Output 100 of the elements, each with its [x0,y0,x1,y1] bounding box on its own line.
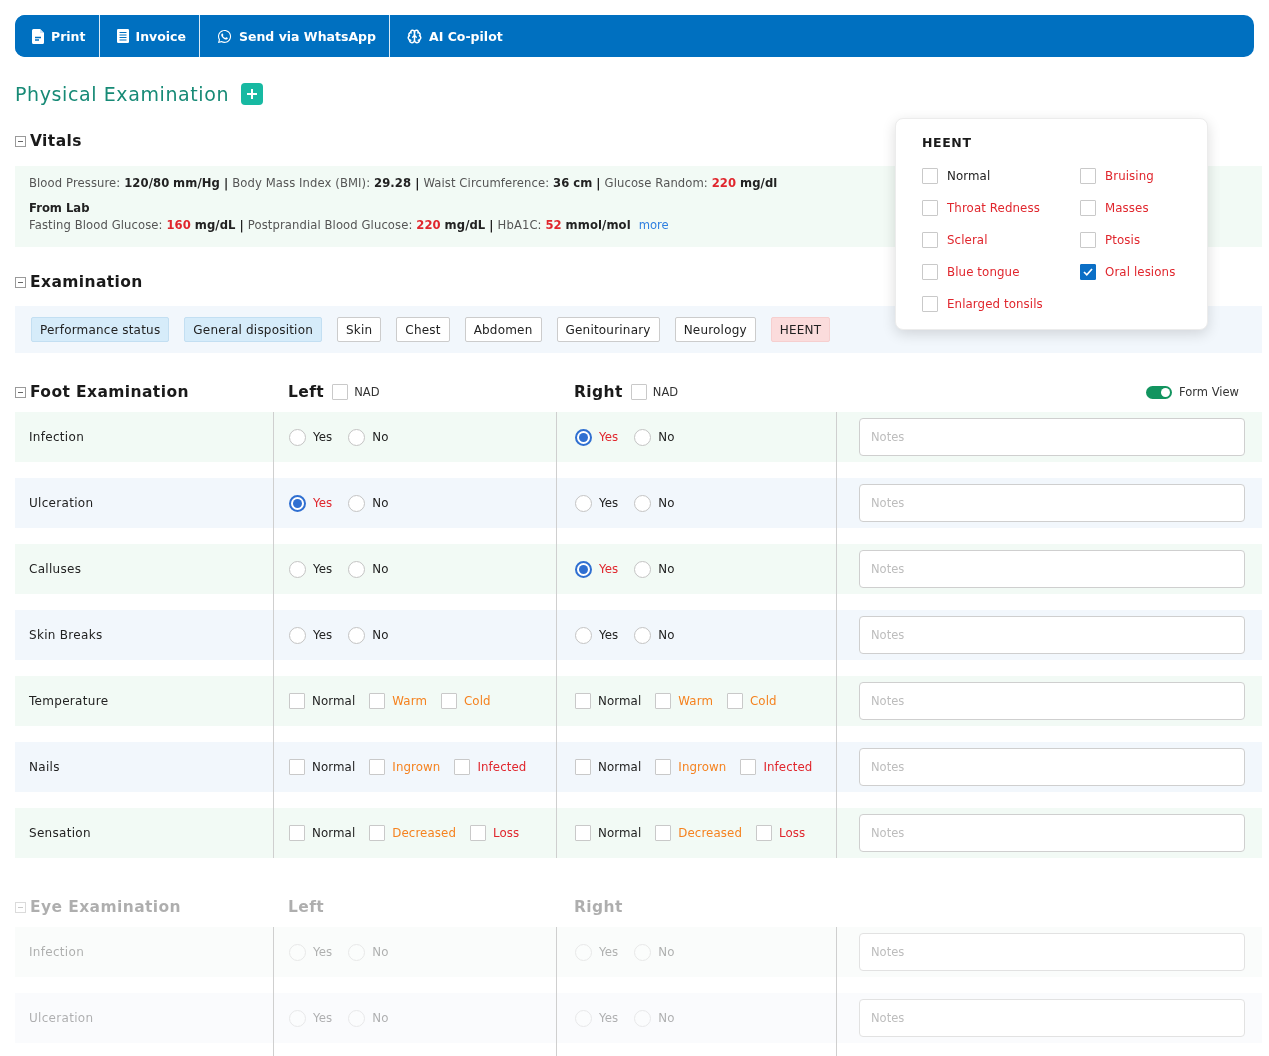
vitals-reading: Blood Pressure: 120/80 mm/Hg [29,175,220,192]
notes-field[interactable]: Notes [859,682,1245,720]
side-heading: Left [288,383,325,401]
checkbox[interactable] [922,168,938,184]
exam-tab[interactable]: Performance status [31,317,170,342]
checkbox[interactable] [289,759,305,775]
checkbox[interactable] [727,693,743,709]
notes-field[interactable]: Notes [859,418,1245,456]
checkbox[interactable] [922,200,938,216]
collapse-icon[interactable] [15,135,26,147]
checkbox[interactable] [369,693,386,709]
checkbox[interactable] [1080,200,1096,216]
notes-field[interactable]: Notes [859,550,1245,588]
checkbox[interactable] [575,825,591,841]
toolbar-button[interactable]: Print [15,15,100,57]
notes-field[interactable]: Notes [859,484,1245,522]
option-label: Normal [598,826,642,840]
radio-button[interactable] [348,428,366,446]
checkbox[interactable] [332,384,349,400]
checkbox-label: NAD [354,385,380,399]
checkbox[interactable] [369,825,386,841]
checkbox[interactable] [575,693,591,709]
option-label: Yes [313,1011,333,1025]
radio-button[interactable] [634,428,652,446]
checkbox[interactable] [922,264,938,280]
radio-button[interactable] [289,494,306,512]
popup-title: HEENT [922,134,972,152]
option-label: Decreased [392,826,456,840]
radio-button[interactable] [348,626,366,644]
radio-button[interactable] [289,428,306,446]
collapse-icon[interactable] [15,386,26,398]
checkbox[interactable] [470,825,486,841]
checkbox[interactable] [756,825,772,841]
option-label: Decreased [678,826,742,840]
radio-button[interactable] [289,560,306,578]
checkbox-label: NAD [652,385,679,399]
checkbox[interactable] [1080,232,1096,248]
more-link[interactable]: more [638,218,669,232]
checkbox[interactable] [655,693,672,709]
exam-tab[interactable]: Skin [337,317,382,342]
checkbox[interactable] [740,759,757,775]
notes-field[interactable]: Notes [859,616,1245,654]
phone-bubble-icon [216,28,232,44]
checkbox[interactable] [441,693,457,709]
radio-button[interactable] [634,494,652,512]
radio-button[interactable] [289,626,306,644]
vitals-reading: Body Mass Index (BMI): 29.28 [232,175,412,192]
checkbox[interactable] [630,384,647,400]
checkbox[interactable] [289,825,305,841]
notes-field[interactable]: Notes [859,814,1245,852]
radio-button[interactable] [348,560,366,578]
option-label: Yes [599,562,619,576]
checkbox[interactable] [655,825,672,841]
checkbox[interactable] [1080,264,1096,280]
toggle-switch[interactable] [1146,385,1173,399]
option-label: Yes [313,562,333,576]
radio-button[interactable] [575,428,592,446]
option-label: No [372,562,389,576]
option-label: Cold [750,694,777,708]
option-label: Normal [312,760,356,774]
exam-tab[interactable]: Genitourinary [556,317,660,342]
row-label: Temperature [29,694,109,708]
option-label: Enlarged tonsils [947,297,1043,311]
row-label: Ulceration [29,1011,94,1025]
radio-button[interactable] [575,626,592,644]
collapse-icon[interactable] [15,276,26,288]
option-label: Ptosis [1105,233,1141,247]
receipt-icon [116,29,129,43]
notes-field[interactable]: Notes [859,748,1245,786]
separator-text: | [239,218,244,232]
exam-tab[interactable]: Chest [396,317,450,342]
checkbox[interactable] [575,759,591,775]
brain-icon [407,28,422,44]
section-title: Eye Examination [30,898,181,916]
add-button[interactable] [241,83,264,105]
checkbox[interactable] [369,759,386,775]
option-label: Normal [598,760,642,774]
option-label: Loss [493,826,520,840]
radio-button[interactable] [634,626,652,644]
row-label: Infection [29,945,85,959]
separator-text: | [224,176,229,190]
exam-tab[interactable]: General disposition [184,317,322,342]
exam-tab[interactable]: HEENT [770,317,831,342]
checkbox[interactable] [1080,168,1096,184]
checkbox[interactable] [289,693,305,709]
radio-button[interactable] [634,560,652,578]
checkbox[interactable] [655,759,672,775]
checkbox[interactable] [454,759,471,775]
row-label: Sensation [29,826,91,840]
option-label: Ingrown [678,760,727,774]
option-label: No [372,945,389,959]
option-label: Infected [477,760,527,774]
checkbox[interactable] [922,296,938,312]
option-label: Yes [599,1011,619,1025]
checkbox[interactable] [922,232,938,248]
radio-button[interactable] [575,494,592,512]
radio-button[interactable] [348,494,366,512]
radio-button[interactable] [575,560,592,578]
exam-tab[interactable]: Neurology [674,317,756,342]
exam-tab[interactable]: Abdomen [464,317,542,342]
